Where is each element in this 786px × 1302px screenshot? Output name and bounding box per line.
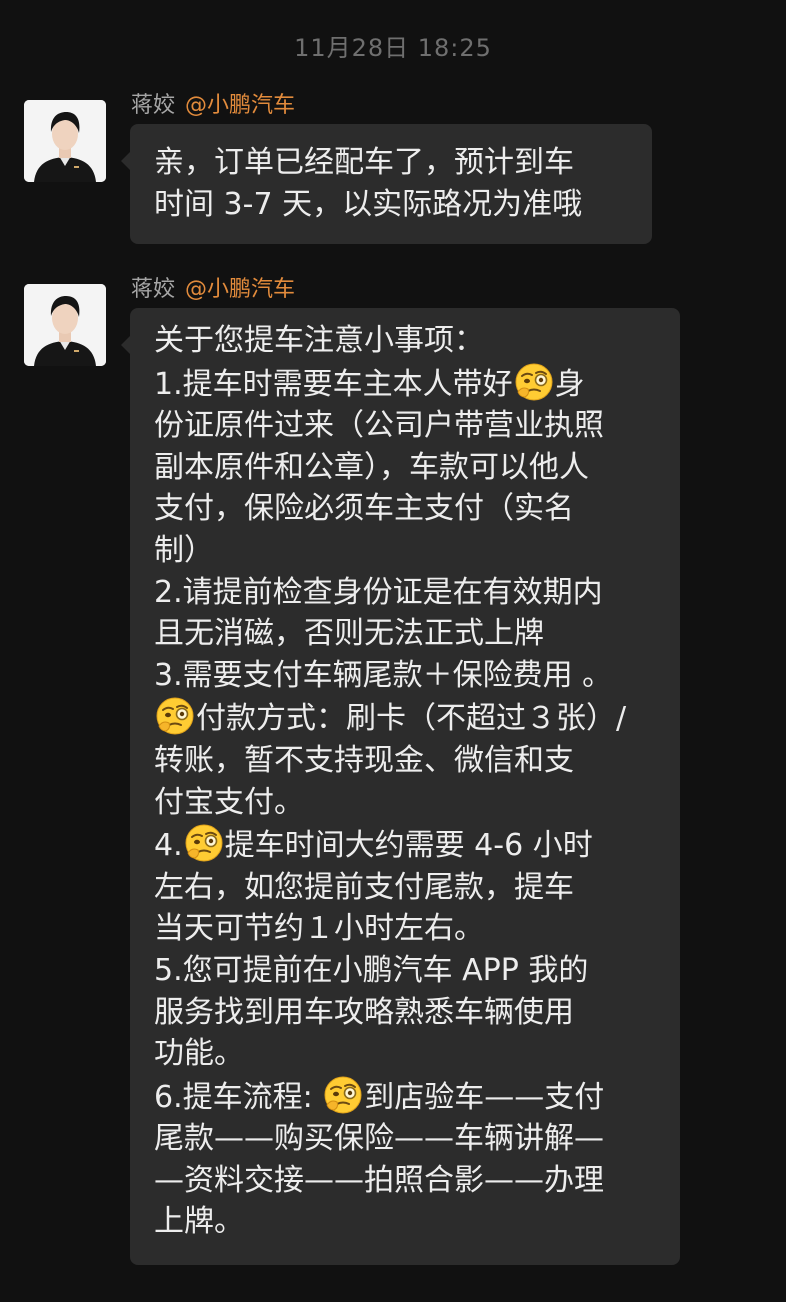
thinking-face-emoji	[156, 697, 194, 735]
message-line: 4. 提车时间大约需要 4-6 小时	[154, 823, 656, 867]
message-text: 3.需要支付车辆尾款＋保险费用 。	[154, 657, 613, 693]
message-text: 付宝支付。	[154, 784, 304, 820]
message-line: 功能。	[154, 1033, 656, 1075]
message-text: 付款方式：刷卡（不超过３张）/	[196, 701, 627, 737]
message-line: 制）	[154, 530, 656, 572]
avatar-photo	[24, 100, 106, 182]
message-line: 5.您可提前在小鹏汽车 APP 我的	[154, 950, 656, 992]
thinking-face-emoji	[185, 824, 223, 862]
message-line: 当天可节约１小时左右。	[154, 908, 656, 950]
message-line: 3.需要支付车辆尾款＋保险费用 。	[154, 655, 656, 697]
message-text: 转账，暂不支持现金、微信和支	[154, 742, 574, 778]
timestamp: 11月28日 18:25	[294, 34, 492, 62]
message-line: 且无消磁，否则无法正式上牌	[154, 613, 656, 655]
message-text: 且无消磁，否则无法正式上牌	[154, 616, 544, 652]
message-text: 1.提车时需要车主本人带好	[154, 366, 513, 402]
message-text: 到店验车——支付	[364, 1079, 605, 1115]
message-line: 尾款——购买保险——车辆讲解—	[154, 1118, 656, 1160]
message-text: 身	[554, 366, 585, 402]
message-text: 关于您提车注意小事项：	[154, 323, 484, 358]
message-text: 6.提车流程:	[154, 1079, 323, 1115]
message-text: 副本原件和公章），车款可以他人	[154, 449, 589, 485]
message-line: 副本原件和公章），车款可以他人	[154, 447, 656, 489]
message-text: 提车时间大约需要 4-6 小时	[224, 828, 593, 864]
thinking-face-emoji	[515, 363, 553, 401]
message-text: 份证原件过来（公司户带营业执照	[154, 408, 604, 444]
message-bubble[interactable]: 关于您提车注意小事项： 1.提车时需要车主本人带好 身份证原件过来（公司户带营业执照…	[121, 308, 680, 1266]
avatar-photo	[24, 284, 106, 366]
sender-company[interactable]: @小鹏汽车	[185, 93, 295, 118]
avatar[interactable]	[24, 100, 106, 182]
message-line: 服务找到用车攻略熟悉车辆使用	[154, 992, 656, 1034]
thinking-face-emoji	[324, 1076, 362, 1114]
message-text: 2.请提前检查身份证是在有效期内	[154, 574, 603, 610]
sender-label: 蒋姣 @小鹏汽车	[131, 276, 295, 304]
message-line: 左右，如您提前支付尾款，提车	[154, 867, 656, 909]
sender-name[interactable]: 蒋姣	[131, 93, 175, 118]
message-text: 当天可节约１小时左右。	[154, 911, 484, 947]
message-line: 6.提车流程: 到店验车——支付	[154, 1075, 656, 1119]
sender-company[interactable]: @小鹏汽车	[185, 277, 295, 302]
avatar[interactable]	[24, 284, 106, 366]
message-line: 关于您提车注意小事项：	[154, 320, 656, 362]
message-bubble[interactable]: 亲，订单已经配车了，预计到车 时间 3-7 天，以实际路况为准哦	[121, 124, 652, 244]
message-text: 时间 3-7 天，以实际路况为准哦	[154, 187, 583, 222]
message-line: —资料交接——拍照合影——办理	[154, 1160, 656, 1202]
message-text: 支付，保险必须车主支付（实名	[154, 491, 574, 527]
message-text: 上牌。	[154, 1204, 244, 1240]
message-line: 亲，订单已经配车了，预计到车	[154, 142, 628, 184]
message-text: —资料交接——拍照合影——办理	[154, 1162, 604, 1198]
message-line: 1.提车时需要车主本人带好 身	[154, 362, 656, 406]
message-line: 上牌。	[154, 1201, 656, 1243]
message-line: 份证原件过来（公司户带营业执照	[154, 405, 656, 447]
message-text: 尾款——购买保险——车辆讲解—	[154, 1121, 604, 1157]
message-line: 付款方式：刷卡（不超过３张）/	[154, 696, 656, 740]
message-text: 5.您可提前在小鹏汽车 APP 我的	[154, 952, 589, 988]
message-text: 亲，订单已经配车了，预计到车	[154, 145, 574, 180]
message-text: 左右，如您提前支付尾款，提车	[154, 869, 574, 905]
sender-name[interactable]: 蒋姣	[131, 277, 175, 302]
message-line: 时间 3-7 天，以实际路况为准哦	[154, 184, 628, 226]
message-text: 制）	[154, 532, 214, 568]
sender-label: 蒋姣 @小鹏汽车	[131, 92, 295, 120]
message-text: 4.	[154, 828, 183, 864]
message-text: 服务找到用车攻略熟悉车辆使用	[154, 994, 574, 1030]
message-line: 支付，保险必须车主支付（实名	[154, 488, 656, 530]
message-line: 2.请提前检查身份证是在有效期内	[154, 572, 656, 614]
message-text: 功能。	[154, 1036, 244, 1072]
message-line: 转账，暂不支持现金、微信和支	[154, 740, 656, 782]
message-line: 付宝支付。	[154, 782, 656, 824]
